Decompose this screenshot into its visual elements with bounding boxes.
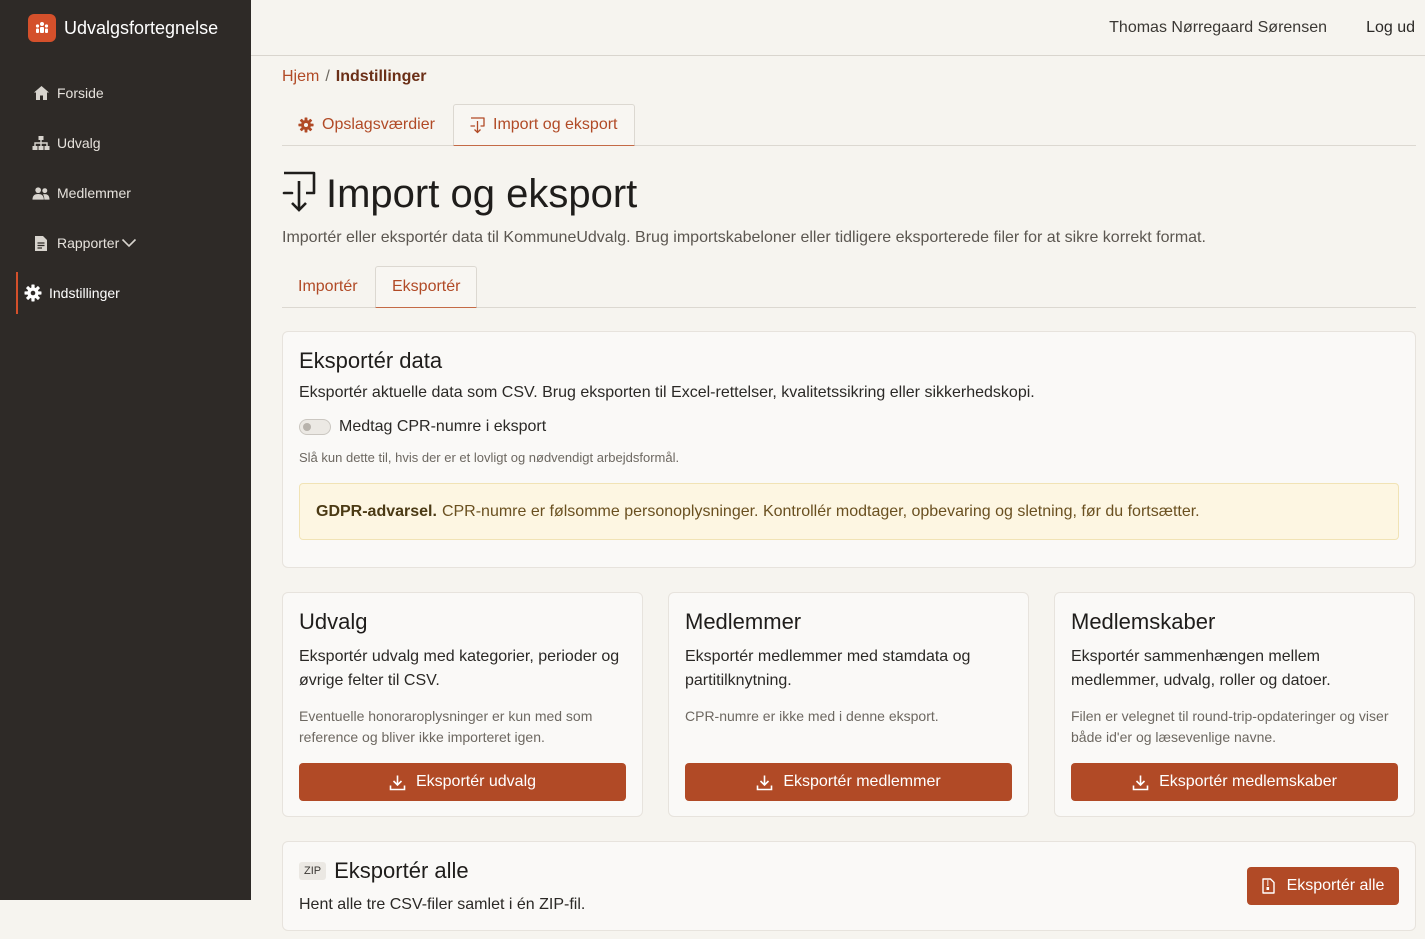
cpr-toggle-label[interactable]: Medtag CPR-numre i eksport (339, 418, 546, 436)
brand-name: Udvalgsfortegnelse (64, 17, 219, 38)
tab-opslagsvaerdier[interactable]: Opslagsværdier (282, 104, 451, 146)
import-icon (282, 171, 316, 218)
sitemap-icon (32, 134, 50, 152)
cpr-toggle-switch[interactable] (299, 419, 331, 435)
card-title: Medlemmer (685, 609, 802, 634)
tab-label: Opslagsværdier (322, 116, 435, 133)
sidebar-item-forside[interactable]: Forside (0, 68, 251, 118)
sidebar-item-rapporter[interactable]: Rapporter (0, 218, 251, 268)
udvalg-export-card: Udvalg Eksportér udvalg med kategorier, … (282, 592, 643, 817)
button-label: Eksportér medlemmer (783, 773, 941, 790)
tab-importer[interactable]: Importér (282, 266, 374, 308)
logout-link[interactable]: Log ud (1366, 19, 1415, 37)
card-title: Medlemskaber (1071, 609, 1216, 634)
export-medlemskaber-button[interactable]: Eksportér medlemskaber (1071, 763, 1398, 801)
export-medlemmer-button[interactable]: Eksportér medlemmer (685, 763, 1012, 801)
tab-label: Eksportér (392, 278, 461, 295)
export-data-description: Eksportér aktuelle data som CSV. Brug ek… (299, 384, 1035, 401)
card-note: CPR-numre er ikke med i denne eksport. (685, 708, 939, 724)
gear-icon (298, 117, 314, 133)
import-icon (470, 116, 485, 134)
sidebar-item-label: Udvalg (57, 135, 101, 151)
home-icon (32, 84, 50, 102)
sidebar-item-label: Indstillinger (49, 285, 120, 301)
sidebar-item-medlemmer[interactable]: Medlemmer (0, 168, 251, 218)
download-icon (756, 774, 773, 791)
breadcrumb-current: Indstillinger (335, 68, 427, 85)
sidebar-item-indstillinger[interactable]: Indstillinger (0, 268, 251, 318)
medlemmer-export-card: Medlemmer Eksportér medlemmer med stamda… (668, 592, 1029, 817)
file-archive-icon (1261, 878, 1275, 894)
document-icon (32, 234, 50, 252)
export-udvalg-button[interactable]: Eksportér udvalg (299, 763, 626, 801)
sidebar-item-udvalg[interactable]: Udvalg (0, 118, 251, 168)
gdpr-alert: GDPR-advarsel. CPR-numre er følsomme per… (299, 483, 1399, 540)
download-icon (1132, 774, 1149, 791)
chevron-down-icon[interactable] (121, 238, 137, 248)
gear-icon (24, 284, 42, 302)
topbar: Thomas Nørregaard Sørensen Log ud (251, 0, 1425, 56)
cpr-toggle-hint: Slå kun dette til, hvis der er et lovlig… (299, 450, 680, 465)
breadcrumb-home-link[interactable]: Hjem (282, 68, 319, 85)
button-label: Eksportér medlemskaber (1159, 773, 1337, 790)
sidebar-item-label: Forside (57, 85, 104, 101)
page-title: Import og eksport (282, 171, 637, 218)
button-label: Eksportér udvalg (415, 773, 537, 790)
card-note: Eventuelle honoraroplysninger er kun med… (299, 708, 593, 745)
users-icon (32, 184, 50, 202)
page-description: Importér eller eksportér data til Kommun… (282, 229, 1206, 246)
breadcrumb-separator: / (325, 68, 330, 85)
brand[interactable]: Udvalgsfortegnelse (0, 0, 251, 56)
tab-label: Importér (298, 278, 358, 295)
user-name: Thomas Nørregaard Sørensen (1109, 19, 1327, 36)
export-all-button[interactable]: Eksportér alle (1247, 867, 1399, 905)
download-icon (389, 774, 406, 791)
card-title: Udvalg (299, 609, 368, 634)
page-title-text: Import og eksport (326, 172, 638, 216)
sidebar-nav: Forside Udvalg Medlemmer Rapporter Indst… (0, 68, 251, 318)
card-note: Filen er velegnet til round-trip-opdater… (1071, 708, 1389, 745)
export-all-card: ZIP Eksportér alle Hent alle tre CSV-fil… (282, 841, 1416, 931)
cpr-toggle-row: Medtag CPR-numre i eksport (299, 418, 1399, 436)
io-tabs: Importér Eksportér (282, 266, 1416, 308)
export-all-description: Hent alle tre CSV-filer samlet i én ZIP-… (299, 896, 586, 913)
export-all-title: Eksportér alle (334, 858, 469, 883)
card-description: Eksportér sammenhængen mellem medlemmer,… (1071, 648, 1331, 689)
gdpr-alert-title: GDPR-advarsel. (316, 502, 437, 520)
breadcrumb: Hjem / Indstillinger (282, 68, 426, 86)
gdpr-alert-text: CPR-numre er følsomme personoplysninger.… (441, 502, 1200, 520)
card-description: Eksportér udvalg med kategorier, periode… (299, 648, 620, 689)
tab-eksporter[interactable]: Eksportér (375, 266, 478, 308)
brand-logo-icon (28, 14, 56, 42)
sidebar-item-label: Medlemmer (57, 185, 131, 201)
settings-tabs: Opslagsværdier Import og eksport (282, 104, 1416, 146)
sidebar: Udvalgsfortegnelse Forside Udvalg Medlem… (0, 0, 251, 900)
medlemskaber-export-card: Medlemskaber Eksportér sammenhængen mell… (1054, 592, 1415, 817)
export-data-title: Eksportér data (299, 348, 443, 373)
zip-badge: ZIP (299, 862, 327, 880)
tab-import-og-eksport[interactable]: Import og eksport (453, 104, 635, 146)
button-label: Eksportér alle (1286, 877, 1385, 894)
card-description: Eksportér medlemmer med stamdata og part… (685, 648, 971, 689)
export-data-card: Eksportér data Eksportér aktuelle data s… (282, 331, 1416, 568)
tab-label: Import og eksport (493, 116, 618, 133)
sidebar-item-label: Rapporter (57, 235, 120, 251)
